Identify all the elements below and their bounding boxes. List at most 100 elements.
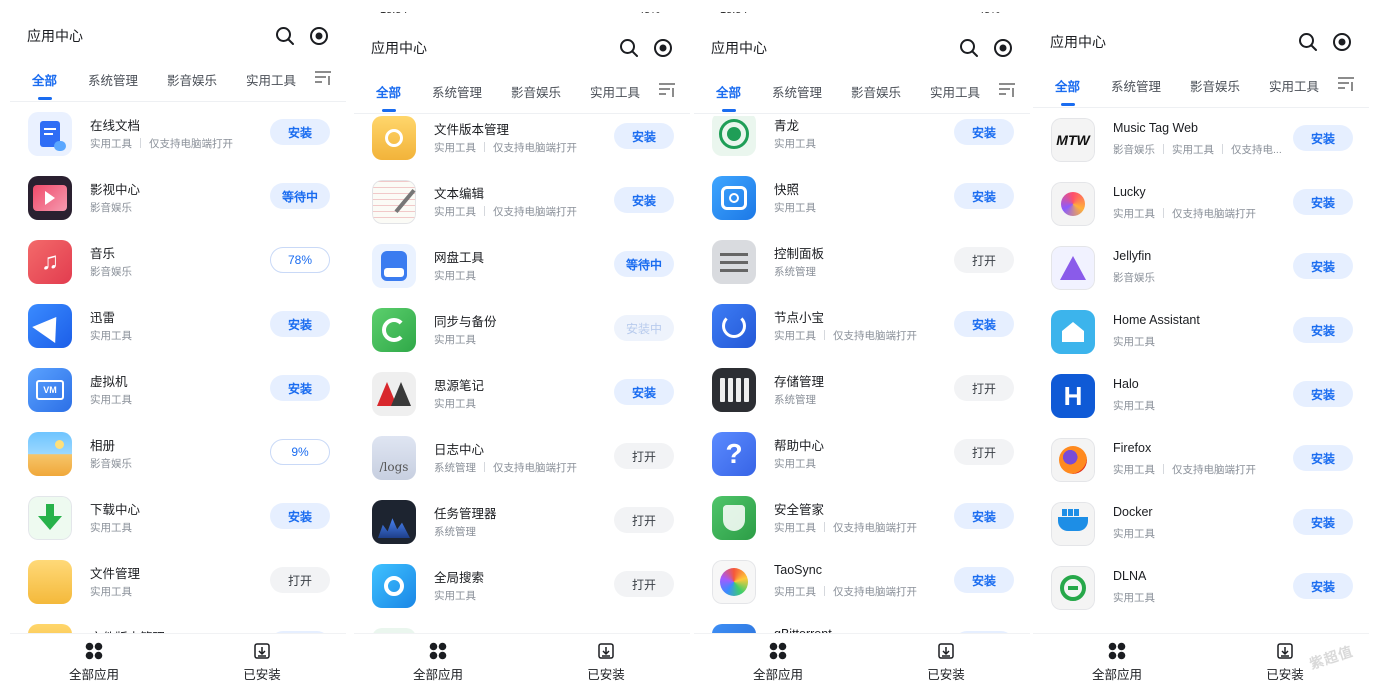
open-button[interactable]: 打开 [954,375,1014,401]
app-row[interactable]: DLNA 实用工具 安装 [1033,558,1369,622]
app-row[interactable]: 思源笔记 实用工具 安装 [354,364,690,428]
nav-installed[interactable]: 已安装 [556,642,656,683]
open-button[interactable]: 打开 [614,443,674,469]
app-row[interactable]: ♫ 音乐 影音娱乐 78% [10,232,346,296]
install-button[interactable]: 安装 [954,311,1014,337]
install-button[interactable]: 安装 [614,379,674,405]
install-button[interactable]: 安装 [1293,573,1353,599]
app-row[interactable]: 青龙 实用工具 安装 [694,116,1030,168]
tab-all[interactable]: 全部 [32,70,57,89]
install-button[interactable]: 安装 [1293,381,1353,407]
tab-all[interactable]: 全部 [1055,76,1080,95]
install-button[interactable]: 安装 [1293,253,1353,279]
app-row[interactable]: 在线文档 实用工具 仅支持电脑端打开 安装 [10,104,346,168]
open-button[interactable]: 打开 [954,439,1014,465]
progress-indicator[interactable]: 9% [270,439,330,465]
filter-icon[interactable] [1337,76,1355,92]
tab-tools[interactable]: 实用工具 [1269,76,1319,95]
app-row[interactable]: Jellyfin 影音娱乐 安装 [1033,238,1369,302]
install-button[interactable]: 安装 [614,123,674,149]
app-row[interactable]: TaoSync 实用工具 仅支持电脑端打开 安装 [694,552,1030,616]
open-button[interactable]: 打开 [614,571,674,597]
tab-system[interactable]: 系统管理 [772,82,822,101]
target-icon[interactable] [308,25,330,47]
install-button[interactable]: 安装 [614,187,674,213]
app-row[interactable]: 同步与备份 实用工具 安装中 [354,300,690,364]
open-button[interactable]: 打开 [954,247,1014,273]
nav-installed[interactable]: 已安装 [212,642,312,683]
app-row[interactable]: 节点小宝 实用工具 仅支持电脑端打开 安装 [694,296,1030,360]
tab-all[interactable]: 全部 [376,82,401,101]
app-row[interactable]: 迅雷 实用工具 安装 [10,296,346,360]
app-row[interactable]: 下载中心 实用工具 安装 [10,488,346,552]
nav-installed[interactable]: 已安装 [896,642,996,683]
tab-tools[interactable]: 实用工具 [246,70,296,89]
open-button[interactable]: 打开 [270,567,330,593]
app-row[interactable]: 存储管理 系统管理 打开 [694,360,1030,424]
filter-icon[interactable] [658,82,676,98]
app-row[interactable]: H Halo 实用工具 安装 [1033,366,1369,430]
app-row[interactable]: /logs 日志中心 系统管理 仅支持电脑端打开 打开 [354,428,690,492]
filter-icon[interactable] [314,70,332,86]
filter-icon[interactable] [998,82,1016,98]
install-button[interactable]: 安装 [1293,509,1353,535]
tab-media[interactable]: 影音娱乐 [167,70,217,89]
tab-all[interactable]: 全部 [716,82,741,101]
target-icon[interactable] [992,37,1014,59]
install-button[interactable]: 安装 [270,375,330,401]
app-row[interactable]: Home Assistant 实用工具 安装 [1033,302,1369,366]
nav-all-apps[interactable]: 全部应用 [1067,642,1167,683]
nav-all-apps[interactable]: 全部应用 [44,642,144,683]
app-row[interactable]: 文件版本管理 实用工具 仅支持电脑端打开 安装 [354,116,690,172]
install-button[interactable]: 安装 [954,183,1014,209]
app-row[interactable]: Lucky 实用工具 仅支持电脑端打开 安装 [1033,174,1369,238]
tab-media[interactable]: 影音娱乐 [851,82,901,101]
install-button[interactable]: 安装 [954,119,1014,145]
app-row[interactable]: 文件管理 实用工具 打开 [10,552,346,616]
app-row[interactable]: 相册 影音娱乐 9% [10,424,346,488]
install-button[interactable]: 安装 [1293,445,1353,471]
tab-tools[interactable]: 实用工具 [590,82,640,101]
app-row[interactable]: 网盘工具 实用工具 等待中 [354,236,690,300]
install-button[interactable]: 安装 [1293,125,1353,151]
app-row[interactable]: 文件版本管理 [10,616,346,633]
install-button[interactable]: 安装 [270,503,330,529]
tab-tools[interactable]: 实用工具 [930,82,980,101]
search-icon[interactable] [618,37,640,59]
install-button[interactable]: 安装 [954,503,1014,529]
app-row[interactable]: ? 帮助中心 实用工具 打开 [694,424,1030,488]
app-row[interactable]: 任务管理器 系统管理 打开 [354,492,690,556]
app-row[interactable]: MTW Music Tag Web 影音娱乐 实用工具 仅支持电... 安装 [1033,110,1369,174]
app-row[interactable]: 影视中心 影音娱乐 等待中 [10,168,346,232]
tab-system[interactable]: 系统管理 [1111,76,1161,95]
tab-system[interactable]: 系统管理 [88,70,138,89]
app-row[interactable]: 文本编辑 实用工具 仅支持电脑端打开 安装 [354,172,690,236]
app-row[interactable]: 快照 实用工具 安装 [694,168,1030,232]
install-button[interactable]: 安装 [954,567,1014,593]
app-row[interactable]: qbqBittorrent实用工具仅支持电脑端打开安装 [694,616,1030,633]
app-row[interactable]: Docker 实用工具 安装 [1033,494,1369,558]
app-row[interactable]: 全局搜索 实用工具 打开 [354,556,690,620]
app-row[interactable]: Firefox 实用工具 仅支持电脑端打开 安装 [1033,430,1369,494]
tab-system[interactable]: 系统管理 [432,82,482,101]
target-icon[interactable] [652,37,674,59]
install-button[interactable]: 安装 [270,119,330,145]
tab-media[interactable]: 影音娱乐 [511,82,561,101]
progress-indicator[interactable]: 78% [270,247,330,273]
nav-all-apps[interactable]: 全部应用 [728,642,828,683]
app-row[interactable]: 控制面板 系统管理 打开 [694,232,1030,296]
installing-button[interactable]: 安装中 [614,315,674,341]
tab-media[interactable]: 影音娱乐 [1190,76,1240,95]
open-button[interactable]: 打开 [614,507,674,533]
app-row[interactable]: 青龙安装 [354,620,690,633]
waiting-button[interactable]: 等待中 [614,251,674,277]
search-icon[interactable] [1297,31,1319,53]
nav-all-apps[interactable]: 全部应用 [388,642,488,683]
search-icon[interactable] [958,37,980,59]
install-button[interactable]: 安装 [1293,189,1353,215]
target-icon[interactable] [1331,31,1353,53]
search-icon[interactable] [274,25,296,47]
waiting-button[interactable]: 等待中 [270,183,330,209]
install-button[interactable]: 安装 [1293,317,1353,343]
app-row[interactable]: VM 虚拟机 实用工具 安装 [10,360,346,424]
